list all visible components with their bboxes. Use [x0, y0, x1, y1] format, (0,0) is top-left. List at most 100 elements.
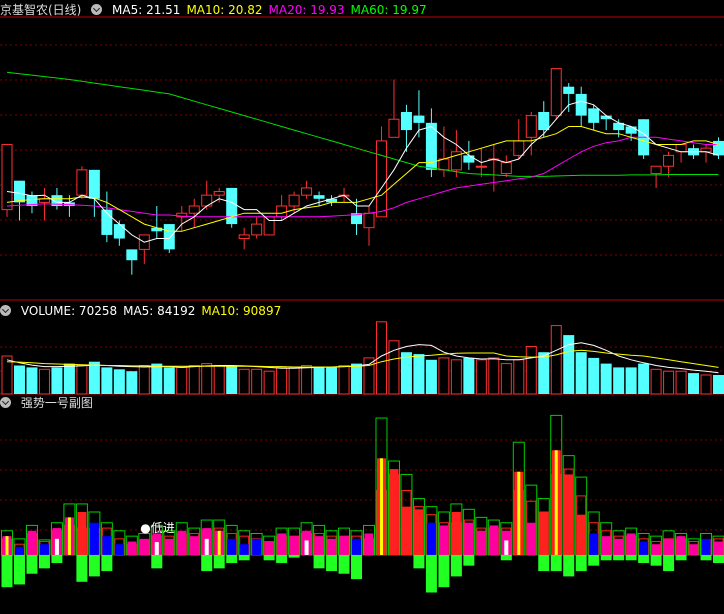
- candle-body: [288, 194, 300, 207]
- indicator-low-bar: [351, 554, 363, 580]
- candle-body: [500, 162, 512, 174]
- candle-body: [88, 169, 100, 199]
- candle-body: [163, 224, 175, 250]
- indicator-low-bar: [313, 554, 325, 569]
- indicator-bar: [264, 541, 274, 555]
- volume-bar: [313, 367, 325, 394]
- volume-bar: [251, 368, 263, 395]
- volume-bar: [13, 365, 25, 394]
- indicator-low-bar: [326, 554, 338, 572]
- indicator-low-bar: [1, 554, 13, 588]
- volume-bar: [38, 368, 50, 395]
- volume-bar: [138, 365, 150, 395]
- volume-bar: [625, 367, 637, 394]
- indicator-low-bar: [88, 554, 100, 577]
- volume-bar: [413, 354, 425, 394]
- volume-bar: [188, 365, 200, 395]
- indicator-bar: [426, 522, 436, 555]
- indicator-low-bar: [638, 554, 650, 563]
- indicator-low-bar: [263, 554, 275, 561]
- indicator-low-bar: [276, 554, 288, 563]
- ma20-line: [6, 136, 719, 218]
- indicator-bar: [102, 536, 112, 555]
- volume-bar: [88, 361, 100, 394]
- candle-body: [375, 140, 387, 218]
- volume-bar: [301, 365, 313, 395]
- volume-bar: [263, 370, 275, 395]
- indicator-low-bar: [538, 554, 550, 572]
- volume-bar: [538, 352, 550, 394]
- indicator-bar: [476, 530, 486, 555]
- volume-bar: [638, 363, 650, 394]
- indicator-bar: [139, 538, 149, 555]
- indicator-bar: [689, 544, 699, 555]
- indicator-bar: [164, 538, 174, 555]
- volume-bar: [450, 359, 462, 395]
- indicator-bar: [576, 514, 586, 555]
- indicator-bar: [314, 536, 324, 555]
- indicator-low-bar: [575, 554, 587, 572]
- indicator-bar: [227, 538, 237, 555]
- indicator-low-bar: [238, 554, 250, 561]
- indicator-bar: [601, 536, 611, 555]
- indicator-bar: [651, 544, 661, 555]
- indicator-low-bar: [450, 554, 462, 577]
- indicator-low-bar: [413, 554, 425, 569]
- indicator-bar: [114, 544, 124, 555]
- indicator-bar: [701, 538, 711, 555]
- volume-bar: [463, 357, 475, 394]
- indicator-low-bar: [13, 554, 25, 585]
- indicator-bar: [339, 536, 349, 555]
- candle-body: [463, 155, 475, 163]
- indicator-low-bar: [38, 554, 50, 569]
- indicator-bar: [39, 544, 49, 555]
- volume-bar: [663, 370, 675, 395]
- candle-body: [700, 147, 712, 153]
- volume-bar: [613, 367, 625, 394]
- indicator-low-bar: [213, 554, 225, 569]
- volume-bar: [76, 365, 88, 395]
- candle-body: [251, 223, 263, 236]
- candle-body: [400, 112, 412, 131]
- indicator-bar: [89, 522, 99, 555]
- volume-bar: [213, 365, 225, 395]
- indicator-low-bar: [101, 554, 113, 572]
- candle-body: [575, 93, 587, 116]
- candle-body: [625, 126, 637, 134]
- indicator-low-bar: [226, 554, 238, 563]
- ma5-line: [6, 100, 719, 243]
- volume-bar: [713, 375, 724, 394]
- indicator-low-bar: [650, 554, 662, 566]
- candle-body: [301, 187, 313, 196]
- indicator-low-bar: [288, 554, 300, 558]
- volume-bar: [675, 370, 687, 395]
- indicator-low-bar: [713, 554, 724, 563]
- indicator-bar: [289, 536, 299, 555]
- volume-bar: [525, 346, 537, 395]
- volume-bar: [600, 363, 612, 394]
- candle-body: [188, 205, 200, 214]
- indicator-bar: [252, 538, 262, 555]
- indicator-low-bar: [438, 554, 450, 588]
- volume-bar: [425, 359, 437, 394]
- indicator-low-bar: [613, 554, 625, 561]
- volume-bar: [113, 369, 125, 394]
- indicator-bar: [352, 538, 362, 555]
- indicator-bar: [439, 525, 449, 555]
- indicator-low-bar: [201, 554, 213, 572]
- indicator-white-bar: [304, 540, 309, 555]
- candle-body: [525, 115, 537, 138]
- indicator-bar: [77, 512, 87, 555]
- indicator-bar: [327, 538, 337, 555]
- stock-chart[interactable]: [0, 0, 724, 614]
- candle-body: [213, 191, 225, 196]
- volume-bar: [400, 352, 412, 394]
- volume-bar: [351, 363, 363, 394]
- volume-bar: [26, 367, 38, 394]
- indicator-bar: [189, 536, 199, 555]
- indicator-bar: [539, 512, 549, 555]
- volume-bar: [101, 367, 113, 394]
- volume-bar: [500, 363, 512, 395]
- volume-bar: [550, 325, 562, 395]
- indicator-bar: [451, 512, 461, 555]
